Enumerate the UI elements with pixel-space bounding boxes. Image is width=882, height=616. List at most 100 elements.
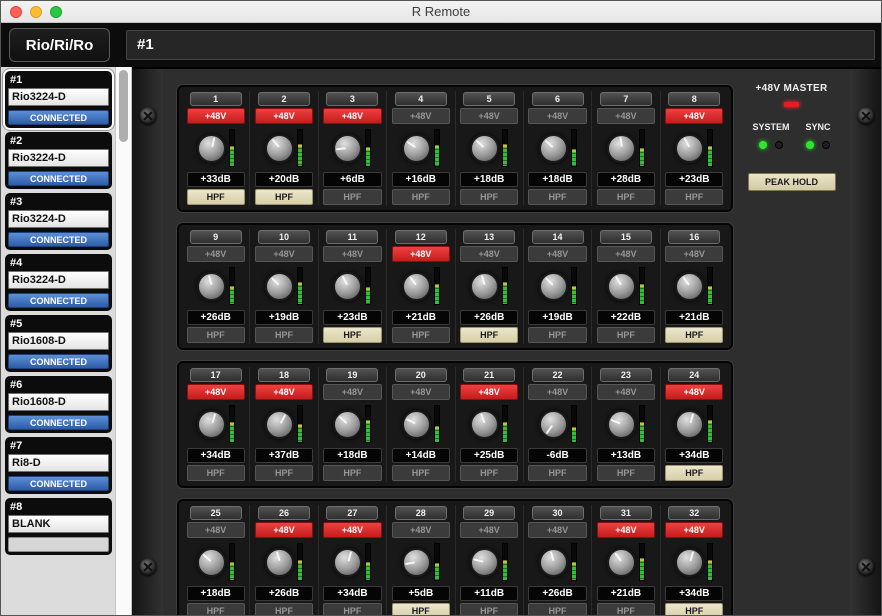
hpf-button[interactable]: HPF [323, 465, 381, 481]
hpf-button[interactable]: HPF [460, 327, 518, 343]
hpf-button[interactable]: HPF [255, 465, 313, 481]
gain-knob[interactable] [675, 134, 704, 163]
hpf-button[interactable]: HPF [597, 189, 655, 205]
gain-knob[interactable] [333, 410, 362, 439]
device-list-item[interactable]: #7Ri8-DCONNECTED [5, 437, 112, 494]
phantom-48v-button[interactable]: +48V [460, 384, 518, 400]
gain-knob[interactable] [675, 272, 704, 301]
hpf-button[interactable]: HPF [597, 603, 655, 616]
gain-knob[interactable] [470, 410, 499, 439]
hpf-button[interactable]: HPF [323, 603, 381, 616]
phantom-48v-button[interactable]: +48V [597, 246, 655, 262]
phantom-48v-button[interactable]: +48V [392, 522, 450, 538]
hpf-button[interactable]: HPF [528, 189, 586, 205]
device-list-item[interactable]: #1Rio3224-DCONNECTED [5, 71, 112, 128]
gain-knob[interactable] [197, 134, 226, 163]
hpf-button[interactable]: HPF [460, 189, 518, 205]
hpf-button[interactable]: HPF [665, 603, 723, 616]
phantom-48v-button[interactable]: +48V [392, 246, 450, 262]
phantom-48v-button[interactable]: +48V [187, 108, 245, 124]
gain-knob[interactable] [197, 410, 226, 439]
hpf-button[interactable]: HPF [528, 603, 586, 616]
phantom-48v-button[interactable]: +48V [460, 246, 518, 262]
gain-knob[interactable] [333, 134, 362, 163]
gain-knob[interactable] [607, 548, 636, 577]
hpf-button[interactable]: HPF [255, 327, 313, 343]
hpf-button[interactable]: HPF [255, 189, 313, 205]
scrollbar-thumb[interactable] [119, 70, 128, 142]
hpf-button[interactable]: HPF [528, 327, 586, 343]
hpf-button[interactable]: HPF [597, 465, 655, 481]
hpf-button[interactable]: HPF [187, 603, 245, 616]
hpf-button[interactable]: HPF [187, 465, 245, 481]
phantom-48v-button[interactable]: +48V [528, 108, 586, 124]
gain-knob[interactable] [402, 134, 431, 163]
device-list-item[interactable]: #6Rio1608-DCONNECTED [5, 376, 112, 433]
device-list-item[interactable]: #8BLANK [5, 498, 112, 555]
gain-knob[interactable] [402, 548, 431, 577]
gain-knob[interactable] [607, 410, 636, 439]
phantom-48v-button[interactable]: +48V [187, 246, 245, 262]
phantom-48v-button[interactable]: +48V [323, 522, 381, 538]
phantom-48v-button[interactable]: +48V [665, 522, 723, 538]
gain-knob[interactable] [675, 548, 704, 577]
phantom-48v-button[interactable]: +48V [255, 522, 313, 538]
phantom-48v-button[interactable]: +48V [665, 384, 723, 400]
hpf-button[interactable]: HPF [392, 465, 450, 481]
hpf-button[interactable]: HPF [323, 189, 381, 205]
phantom-48v-button[interactable]: +48V [187, 522, 245, 538]
phantom-48v-button[interactable]: +48V [255, 108, 313, 124]
hpf-button[interactable]: HPF [665, 327, 723, 343]
gain-knob[interactable] [402, 410, 431, 439]
hpf-button[interactable]: HPF [255, 603, 313, 616]
gain-knob[interactable] [539, 548, 568, 577]
phantom-48v-button[interactable]: +48V [255, 246, 313, 262]
phantom-48v-button[interactable]: +48V [255, 384, 313, 400]
hpf-button[interactable]: HPF [460, 465, 518, 481]
hpf-button[interactable]: HPF [665, 189, 723, 205]
hpf-button[interactable]: HPF [392, 189, 450, 205]
gain-knob[interactable] [470, 548, 499, 577]
phantom-48v-button[interactable]: +48V [597, 522, 655, 538]
hpf-button[interactable]: HPF [323, 327, 381, 343]
phantom-48v-button[interactable]: +48V [528, 246, 586, 262]
gain-knob[interactable] [470, 272, 499, 301]
phantom-48v-button[interactable]: +48V [597, 108, 655, 124]
phantom-48v-button[interactable]: +48V [323, 108, 381, 124]
phantom-48v-button[interactable]: +48V [323, 246, 381, 262]
device-list-item[interactable]: #2Rio3224-DCONNECTED [5, 132, 112, 189]
phantom-48v-button[interactable]: +48V [665, 108, 723, 124]
hpf-button[interactable]: HPF [187, 327, 245, 343]
gain-knob[interactable] [470, 134, 499, 163]
hpf-button[interactable]: HPF [597, 327, 655, 343]
phantom-48v-button[interactable]: +48V [187, 384, 245, 400]
gain-knob[interactable] [197, 548, 226, 577]
hpf-button[interactable]: HPF [460, 603, 518, 616]
device-list-scrollbar[interactable] [115, 67, 132, 616]
gain-knob[interactable] [265, 548, 294, 577]
phantom-48v-button[interactable]: +48V [460, 108, 518, 124]
gain-knob[interactable] [675, 410, 704, 439]
hpf-button[interactable]: HPF [528, 465, 586, 481]
device-list-item[interactable]: #4Rio3224-DCONNECTED [5, 254, 112, 311]
gain-knob[interactable] [197, 272, 226, 301]
hpf-button[interactable]: HPF [665, 465, 723, 481]
phantom-48v-button[interactable]: +48V [323, 384, 381, 400]
gain-knob[interactable] [402, 272, 431, 301]
hpf-button[interactable]: HPF [187, 189, 245, 205]
gain-knob[interactable] [333, 548, 362, 577]
phantom-48v-button[interactable]: +48V [665, 246, 723, 262]
peak-hold-button[interactable]: PEAK HOLD [748, 173, 836, 191]
gain-knob[interactable] [265, 272, 294, 301]
phantom-48v-button[interactable]: +48V [392, 108, 450, 124]
hpf-button[interactable]: HPF [392, 603, 450, 616]
gain-knob[interactable] [333, 272, 362, 301]
phantom-48v-button[interactable]: +48V [460, 522, 518, 538]
gain-knob[interactable] [265, 410, 294, 439]
phantom-48v-button[interactable]: +48V [528, 384, 586, 400]
device-list-item[interactable]: #3Rio3224-DCONNECTED [5, 193, 112, 250]
gain-knob[interactable] [265, 134, 294, 163]
phantom-48v-button[interactable]: +48V [597, 384, 655, 400]
gain-knob[interactable] [539, 272, 568, 301]
phantom-48v-button[interactable]: +48V [528, 522, 586, 538]
